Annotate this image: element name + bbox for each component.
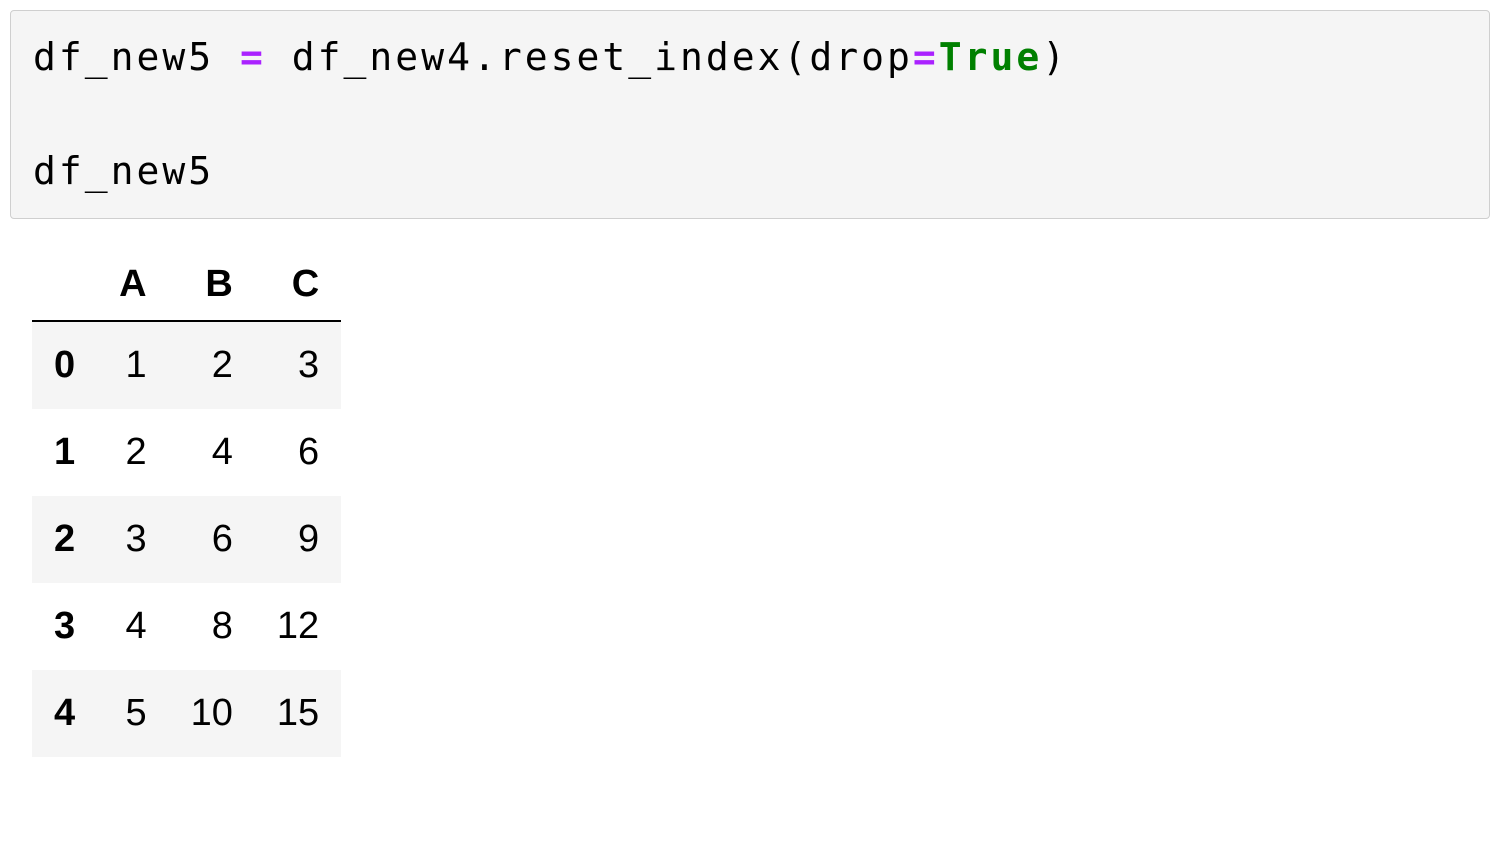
table-cell: 3: [97, 496, 168, 583]
table-cell: 1: [97, 321, 168, 409]
column-header: A: [97, 249, 168, 321]
table-cell: 5: [97, 670, 168, 757]
table-cell: 8: [169, 583, 255, 670]
dataframe-output: A B C 0 1 2 3 1 2 4 6 2 3 6 9 3 4 8 12: [32, 249, 341, 757]
table-header-row: A B C: [32, 249, 341, 321]
column-header: C: [255, 249, 341, 321]
column-header: B: [169, 249, 255, 321]
table-row: 1 2 4 6: [32, 409, 341, 496]
row-index: 3: [32, 583, 97, 670]
table-cell: 4: [97, 583, 168, 670]
table-cell: 12: [255, 583, 341, 670]
index-header-blank: [32, 249, 97, 321]
row-index: 2: [32, 496, 97, 583]
table-cell: 2: [97, 409, 168, 496]
table-row: 3 4 8 12: [32, 583, 341, 670]
row-index: 0: [32, 321, 97, 409]
code-text: reset_index(drop: [499, 35, 913, 79]
table-row: 4 5 10 15: [32, 670, 341, 757]
code-text: df_new4: [266, 35, 473, 79]
table-cell: 6: [169, 496, 255, 583]
code-operator: =: [913, 35, 939, 79]
table-cell: 3: [255, 321, 341, 409]
table-row: 2 3 6 9: [32, 496, 341, 583]
row-index: 4: [32, 670, 97, 757]
code-keyword: True: [939, 35, 1043, 79]
code-dot: .: [473, 35, 499, 79]
code-operator: =: [240, 35, 266, 79]
code-text: df_new5: [33, 149, 214, 193]
table-cell: 10: [169, 670, 255, 757]
code-text: ): [1042, 35, 1068, 79]
table-cell: 4: [169, 409, 255, 496]
table-cell: 15: [255, 670, 341, 757]
code-input-cell[interactable]: df_new5 = df_new4.reset_index(drop=True)…: [10, 10, 1490, 219]
table-cell: 9: [255, 496, 341, 583]
table-row: 0 1 2 3: [32, 321, 341, 409]
table-cell: 6: [255, 409, 341, 496]
row-index: 1: [32, 409, 97, 496]
table-cell: 2: [169, 321, 255, 409]
code-text: df_new5: [33, 35, 240, 79]
